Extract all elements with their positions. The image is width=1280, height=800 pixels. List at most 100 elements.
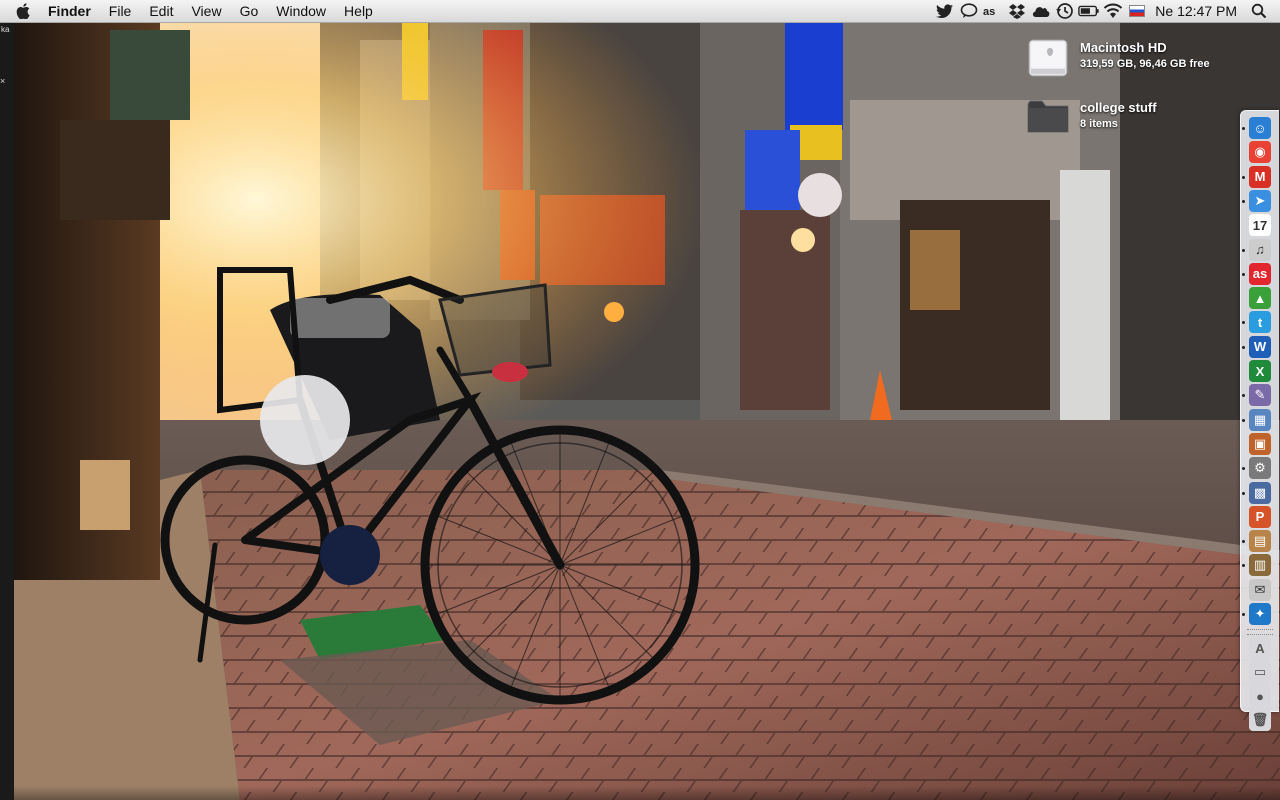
dock-separator	[1247, 629, 1273, 636]
chat-icon[interactable]	[958, 0, 980, 22]
dock-app-gmail[interactable]: M	[1249, 165, 1271, 188]
dock-app-pencil[interactable]: ✎	[1249, 384, 1271, 407]
safari-icon: ✦	[1254, 606, 1266, 621]
desktop-item-macintosh-hd[interactable]: Macintosh HD 319,59 GB, 96,46 GB free	[1026, 36, 1210, 80]
dock-app-word[interactable]: W	[1249, 335, 1271, 358]
applications-icon: A	[1255, 640, 1265, 656]
menubar-clock[interactable]: Ne 12:47 PM	[1149, 3, 1247, 19]
menu-app-finder[interactable]: Finder	[42, 0, 100, 22]
dock-app-preview[interactable]: ▦	[1249, 408, 1271, 431]
running-indicator	[1242, 199, 1245, 203]
lastfm-icon[interactable]: as	[982, 0, 1004, 22]
dock-app-lastfm[interactable]: as	[1249, 262, 1271, 285]
dock: ☺ ◉ M ➤ 17 ♫ as ▲ t W X ✎ ▦ ▣ ⚙ ▩ P ▤ ▥ ✉ ✦ A ▭ ● 🗑	[1240, 110, 1279, 732]
status-area: as Ne 12:47 PM	[933, 0, 1280, 22]
chrome-icon: ◉	[1254, 144, 1266, 160]
desktop-item-title: college stuff	[1080, 100, 1157, 115]
dock-app-twitter[interactable]: t	[1249, 311, 1271, 334]
lastfm-icon: as	[1252, 266, 1268, 282]
desktop-item-title: Macintosh HD	[1080, 40, 1167, 55]
running-indicator	[1242, 127, 1245, 130]
notes-icon: ▤	[1253, 533, 1267, 549]
pencil-icon: ✎	[1254, 387, 1266, 403]
running-indicator	[1242, 613, 1245, 616]
menu-file[interactable]: File	[100, 0, 141, 22]
running-indicator	[1242, 491, 1245, 495]
apple-menu-icon[interactable]	[12, 0, 34, 22]
bottom-shade	[0, 786, 1280, 800]
downloads-icon: ●	[1256, 688, 1264, 704]
gmail-icon: M	[1254, 169, 1266, 185]
dock-app-android[interactable]: ▲	[1249, 287, 1271, 310]
dock-app-itunes[interactable]: ♫	[1249, 238, 1271, 261]
menu-go[interactable]: Go	[231, 0, 268, 22]
input-source-flag-icon[interactable]	[1126, 0, 1148, 22]
documents-icon: ▭	[1253, 664, 1267, 680]
desktop-item-subtitle: 319,59 GB, 96,46 GB free	[1080, 58, 1210, 70]
wifi-icon[interactable]	[1102, 0, 1124, 22]
running-indicator	[1242, 345, 1245, 349]
svg-text:as: as	[983, 6, 995, 17]
mail-icon: ➤	[1254, 192, 1266, 208]
dock-app-powerpoint[interactable]: P	[1249, 505, 1271, 528]
dock-app-script-editor[interactable]: ✉	[1249, 578, 1271, 601]
excel-icon: X	[1255, 363, 1265, 379]
menu-edit[interactable]: Edit	[140, 0, 182, 22]
folder-icon	[1026, 96, 1070, 140]
script-editor-icon: ✉	[1254, 581, 1266, 597]
system-prefs-icon: ⚙	[1254, 460, 1266, 476]
menu-bar: Finder File Edit View Go Window Help as	[0, 0, 1280, 23]
dock-app-photos[interactable]: ▩	[1249, 481, 1271, 504]
running-indicator	[1242, 467, 1245, 471]
photo-app-icon: ▣	[1253, 435, 1267, 451]
icloud-icon[interactable]	[1030, 0, 1052, 22]
dock-stack-trash[interactable]: 🗑	[1249, 709, 1271, 732]
dock-app-chrome[interactable]: ◉	[1249, 141, 1271, 164]
battery-icon[interactable]	[1078, 0, 1100, 22]
time-machine-icon[interactable]	[1054, 0, 1076, 22]
desktop-item-college-stuff[interactable]: college stuff 8 items	[1026, 96, 1157, 140]
running-indicator	[1242, 540, 1245, 544]
desktop-item-subtitle: 8 items	[1080, 118, 1118, 130]
twitter-icon[interactable]	[934, 0, 956, 22]
dock-app-safari[interactable]: ✦	[1249, 603, 1271, 625]
dock-app-photo-app[interactable]: ▣	[1249, 432, 1271, 455]
trash-icon: 🗑	[1251, 712, 1269, 728]
window-edge-close-icon[interactable]: ×	[0, 76, 5, 86]
android-icon: ▲	[1253, 290, 1267, 306]
dock-app-system-prefs[interactable]: ⚙	[1249, 457, 1271, 480]
preview-icon: ▦	[1253, 411, 1267, 427]
photos-icon: ▩	[1253, 484, 1267, 500]
dock-app-excel[interactable]: X	[1249, 360, 1271, 382]
dock-app-calendar[interactable]: 17	[1249, 214, 1271, 237]
dock-stack-applications[interactable]: A	[1249, 637, 1271, 660]
menu-help[interactable]: Help	[335, 0, 382, 22]
dock-app-finder[interactable]: ☺	[1249, 117, 1271, 139]
itunes-icon: ♫	[1255, 242, 1265, 257]
calendar-icon: 17	[1252, 217, 1268, 233]
hard-drive-icon	[1026, 36, 1070, 80]
dropbox-icon[interactable]	[1006, 0, 1028, 22]
dock-app-mail[interactable]: ➤	[1249, 189, 1271, 212]
window-edge-label: ka	[1, 25, 10, 34]
running-indicator	[1242, 272, 1245, 276]
dock-stack-downloads[interactable]: ●	[1249, 685, 1271, 708]
running-indicator	[1242, 394, 1245, 398]
running-indicator	[1242, 175, 1245, 179]
running-indicator	[1242, 248, 1245, 252]
powerpoint-icon: P	[1255, 509, 1265, 525]
twitter-icon: t	[1257, 314, 1263, 330]
running-indicator	[1242, 564, 1245, 568]
dock-app-notes[interactable]: ▤	[1249, 530, 1271, 553]
dock-stack-documents[interactable]: ▭	[1249, 661, 1271, 684]
dock-app-archive[interactable]: ▥	[1249, 554, 1271, 577]
archive-icon: ▥	[1253, 557, 1267, 573]
menu-view[interactable]: View	[182, 0, 230, 22]
running-indicator	[1242, 418, 1245, 422]
spotlight-icon[interactable]	[1248, 0, 1270, 22]
finder-icon: ☺	[1253, 120, 1267, 136]
word-icon: W	[1253, 339, 1267, 355]
menu-window[interactable]: Window	[267, 0, 335, 22]
running-indicator	[1242, 321, 1245, 325]
partial-window-edge: ka ×	[0, 22, 14, 800]
